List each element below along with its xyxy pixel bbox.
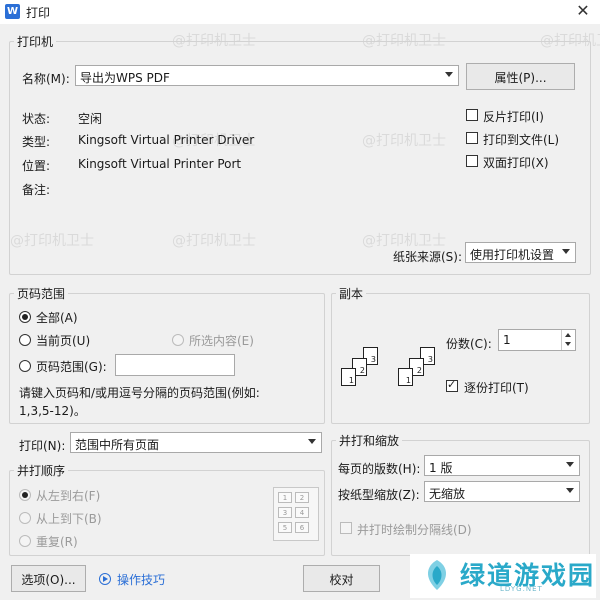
pages-per-sheet-select[interactable]: 1 版 (424, 455, 580, 476)
current-page-radio[interactable] (19, 334, 31, 346)
preview-cell: 3 (278, 507, 292, 518)
reverse-print-checkbox[interactable] (466, 109, 478, 121)
page-range-label: 页码范围(G): (36, 360, 107, 374)
page-range-group-label: 页码范围 (17, 287, 66, 301)
type-value: Kingsoft Virtual Printer Driver (78, 133, 255, 147)
print-to-file-label: 打印到文件(L) (483, 133, 560, 147)
play-help-icon[interactable] (99, 573, 111, 585)
page-icon: 1 (341, 368, 356, 386)
wps-app-icon: W (5, 4, 20, 19)
chevron-down-icon (566, 488, 574, 493)
collate-label: 逐份打印(T) (464, 381, 529, 395)
print-to-file-checkbox[interactable] (466, 132, 478, 144)
printer-name-label: 名称(M): (22, 72, 70, 86)
printer-name-value: 导出为WPS PDF (80, 71, 170, 85)
page-range-input[interactable] (115, 354, 235, 376)
chevron-down-icon (308, 439, 316, 444)
page-range-radio[interactable] (19, 360, 31, 372)
preview-cell: 4 (295, 507, 309, 518)
printer-name-select[interactable]: 导出为WPS PDF (75, 65, 459, 86)
copies-count-label: 份数(C): (446, 337, 492, 351)
page-range-hint-1: 请键入页码和/或用逗号分隔的页码范围(例如: (19, 386, 260, 400)
copies-count-value: 1 (503, 333, 511, 347)
paper-source-label: 纸张来源(S): (393, 250, 463, 264)
copies-spinner[interactable] (561, 330, 575, 350)
left-to-right-radio[interactable] (19, 489, 31, 501)
current-page-label: 当前页(U) (36, 334, 91, 348)
top-to-bottom-radio[interactable] (19, 512, 31, 524)
draw-lines-label: 并打时绘制分隔线(D) (357, 523, 472, 537)
page-range-hint-2: 1,3,5-12)。 (19, 404, 86, 418)
scale-value: 无缩放 (429, 487, 466, 501)
properties-button[interactable]: 属性(P)... (466, 63, 575, 90)
all-pages-label: 全部(A) (36, 311, 78, 325)
draw-lines-checkbox[interactable] (340, 522, 352, 534)
spin-down-icon[interactable] (565, 342, 571, 346)
chevron-down-icon (562, 249, 570, 254)
options-button[interactable]: 选项(O)... (11, 565, 86, 592)
pages-per-sheet-label: 每页的版数(H): (338, 462, 421, 476)
comment-label: 备注: (22, 183, 51, 197)
status-value: 空闲 (78, 112, 103, 126)
site-logo-sub: LDYG.NET (500, 585, 543, 593)
window-title: 打印 (26, 6, 51, 20)
left-to-right-label: 从左到右(F) (36, 489, 101, 503)
selection-radio[interactable] (172, 334, 184, 346)
scale-label: 按纸型缩放(Z): (338, 488, 420, 502)
preview-cell: 1 (278, 492, 292, 503)
page-icon: 1 (398, 368, 413, 386)
spin-up-icon[interactable] (565, 333, 571, 337)
scale-select[interactable]: 无缩放 (424, 481, 580, 502)
duplex-label: 双面打印(X) (483, 156, 549, 170)
chevron-down-icon (566, 462, 574, 467)
print-what-select[interactable]: 范围中所有页面 (70, 432, 322, 453)
close-icon[interactable]: ✕ (574, 1, 592, 21)
printer-group-label: 打印机 (17, 35, 54, 49)
print-what-value: 范围中所有页面 (75, 438, 160, 452)
proof-button[interactable]: 校对 (303, 565, 380, 592)
copies-group-label: 副本 (339, 287, 364, 301)
title-bar (0, 0, 600, 24)
paper-source-value: 使用打印机设置 (470, 248, 555, 262)
all-pages-radio[interactable] (19, 311, 31, 323)
copies-count-input[interactable]: 1 (498, 329, 576, 351)
collate-checkbox[interactable] (446, 378, 458, 392)
repeat-radio[interactable] (19, 535, 31, 547)
print-what-label: 打印(N): (19, 439, 66, 453)
reverse-print-label: 反片打印(I) (483, 110, 544, 124)
repeat-label: 重复(R) (36, 535, 78, 549)
preview-cell: 2 (295, 492, 309, 503)
tips-link[interactable]: 操作技巧 (117, 571, 165, 588)
status-label: 状态: (22, 112, 51, 126)
preview-cell: 5 (278, 522, 292, 533)
merge-order-group-label: 并打顺序 (17, 464, 66, 478)
preview-cell: 6 (295, 522, 309, 533)
pages-per-sheet-value: 1 版 (429, 461, 453, 475)
location-label: 位置: (22, 159, 51, 173)
duplex-checkbox[interactable] (466, 155, 478, 167)
leaf-logo-icon (427, 560, 447, 590)
zoom-group-label: 并打和缩放 (339, 434, 400, 448)
selection-label: 所选内容(E) (189, 334, 254, 348)
location-value: Kingsoft Virtual Printer Port (78, 157, 242, 171)
top-to-bottom-label: 从上到下(B) (36, 512, 102, 526)
chevron-down-icon (445, 72, 453, 77)
type-label: 类型: (22, 135, 51, 149)
paper-source-select[interactable]: 使用打印机设置 (465, 242, 576, 263)
